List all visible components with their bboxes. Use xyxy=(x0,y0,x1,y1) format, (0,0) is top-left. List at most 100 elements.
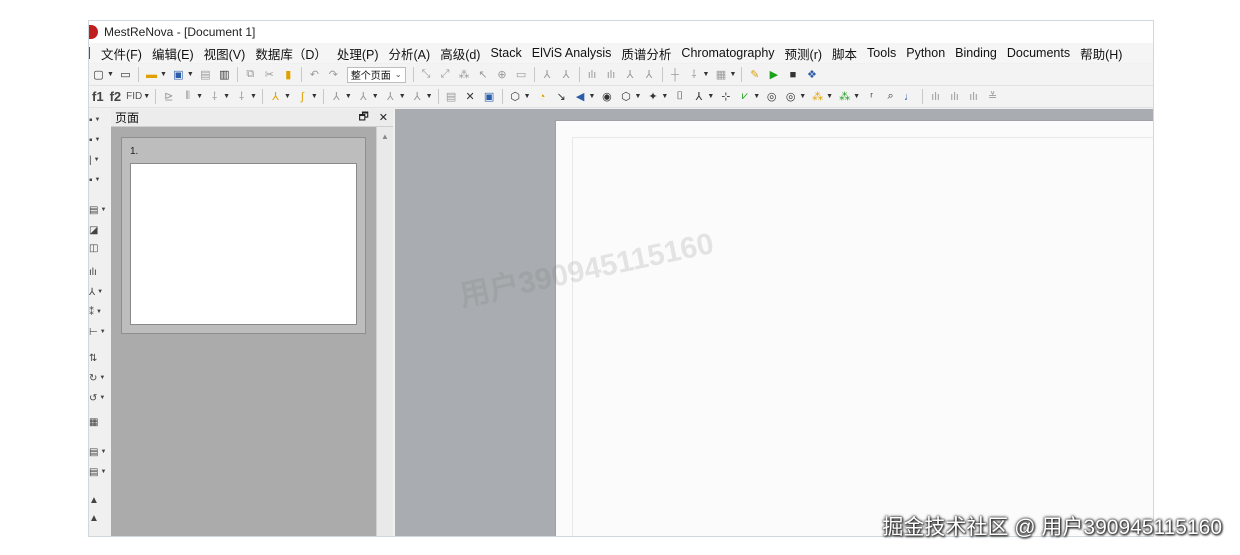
copy-icon[interactable]: ⧉ xyxy=(243,67,258,82)
phase-dropdown-icon[interactable]: ▼ xyxy=(703,71,710,78)
report-icon[interactable]: ▥ xyxy=(217,67,232,82)
dc-dropdown-icon[interactable]: ▼ xyxy=(399,93,406,100)
zero-filling-icon[interactable]: ⫴ xyxy=(180,89,195,104)
arrow-dropdown-icon[interactable]: ▼ xyxy=(589,93,596,100)
image-icon[interactable]: ▣ xyxy=(482,89,497,104)
left-tool-8[interactable]: ılı xyxy=(89,265,111,279)
script-editor-icon[interactable]: ✎ xyxy=(747,67,762,82)
ma-dropdown-icon[interactable]: ▼ xyxy=(345,93,352,100)
menu-python[interactable]: Python xyxy=(901,46,950,60)
integration-icon[interactable]: ∫ xyxy=(295,89,310,104)
undo-icon[interactable]: ↶ xyxy=(307,67,322,82)
db-search-icon[interactable]: ⁂ xyxy=(810,89,825,104)
left-tool-3[interactable]: | ▼ xyxy=(89,153,111,167)
menu-help[interactable]: 帮助(H) xyxy=(1075,44,1127,63)
menu-edit[interactable]: 编辑(E) xyxy=(147,44,199,63)
left-tool-9[interactable]: ⅄ ▼ xyxy=(89,285,111,299)
link-structure-icon[interactable]: ♩ xyxy=(902,89,917,104)
cut-icon[interactable]: ✂ xyxy=(262,67,277,82)
superimpose-icon[interactable]: ılı xyxy=(947,89,962,104)
fit-peaks-icon[interactable]: ⅄ xyxy=(356,89,371,104)
verify-dropdown-icon[interactable]: ▼ xyxy=(753,93,760,100)
person-dropdown-icon[interactable]: ▼ xyxy=(707,93,714,100)
menu-documents[interactable]: Documents xyxy=(1002,46,1075,60)
left-tool-7[interactable]: ◫ xyxy=(89,241,111,255)
zoom-in-icon[interactable]: ⤡ xyxy=(419,67,434,82)
left-tool-5[interactable]: ▤ ▼ xyxy=(89,203,111,217)
open-dropdown-icon[interactable]: ▼ xyxy=(160,71,167,78)
document-workspace[interactable] xyxy=(395,109,1153,536)
db-icon[interactable]: ⁂ xyxy=(837,89,852,104)
pan-icon[interactable]: ⁂ xyxy=(457,67,472,82)
document-page[interactable] xyxy=(555,120,1153,536)
peak-pick-icon[interactable]: ⅄ xyxy=(540,67,555,82)
menu-elvis-analysis[interactable]: ElViS Analysis xyxy=(527,46,617,60)
table-icon[interactable]: ▤ xyxy=(444,89,459,104)
save-icon[interactable]: ▣ xyxy=(171,67,186,82)
menu-processing[interactable]: 处理(P) xyxy=(332,44,384,63)
fit-icon[interactable]: ⅄ xyxy=(642,67,657,82)
stop-icon[interactable]: ■ xyxy=(785,67,800,82)
close-icon[interactable]: ✕ xyxy=(379,111,388,124)
stack-options-icon[interactable]: ≚ xyxy=(985,89,1000,104)
fid-dropdown-icon[interactable]: ▼ xyxy=(143,93,150,100)
tools-icon[interactable]: ✕ xyxy=(463,89,478,104)
integral-icon[interactable]: ⅄ xyxy=(623,67,638,82)
db-dropdown-icon[interactable]: ▼ xyxy=(853,93,860,100)
baseline-dropdown-icon[interactable]: ▼ xyxy=(729,71,736,78)
save-dropdown-icon[interactable]: ▼ xyxy=(187,71,194,78)
ft-icon[interactable]: ⸸ xyxy=(207,89,222,104)
left-tool-2[interactable]: ▪ ▼ xyxy=(89,133,111,147)
ft-dropdown-icon[interactable]: ▼ xyxy=(223,93,230,100)
redo-icon[interactable]: ↷ xyxy=(326,67,341,82)
python-icon[interactable]: ❖ xyxy=(804,67,819,82)
atom-icon[interactable]: ◉ xyxy=(599,89,614,104)
zoom-out-icon[interactable]: ⤢ xyxy=(438,67,453,82)
baseline-icon[interactable]: ▦ xyxy=(713,67,728,82)
menu-chromatography[interactable]: Chromatography xyxy=(676,46,779,60)
f1-button[interactable]: f1 xyxy=(92,89,104,104)
select-icon[interactable]: ↖ xyxy=(476,67,491,82)
verify-icon[interactable]: ⩗ xyxy=(737,89,752,104)
molecule-icon[interactable]: ⬡ xyxy=(508,89,523,104)
f2-button[interactable]: f2 xyxy=(110,89,122,104)
predict-icon[interactable]: ◎ xyxy=(764,89,779,104)
deconvolution-icon[interactable]: ⅄ xyxy=(383,89,398,104)
dbs-dropdown-icon[interactable]: ▼ xyxy=(826,93,833,100)
menu-tools[interactable]: Tools xyxy=(862,46,901,60)
left-tool-16[interactable]: ▤ ▼ xyxy=(89,465,111,479)
open-folder-icon[interactable]: ▬ xyxy=(144,67,159,82)
phase-correction-icon[interactable]: ⸸ xyxy=(234,89,249,104)
paste-icon[interactable]: ▮ xyxy=(281,67,296,82)
left-tool-18[interactable]: ▲ xyxy=(89,511,111,525)
menu-database[interactable]: 数据库（D） xyxy=(250,44,332,63)
crosshair-icon[interactable]: ┼ xyxy=(668,67,683,82)
predict-dropdown-icon[interactable]: ▼ xyxy=(799,93,806,100)
zf-dropdown-icon[interactable]: ▼ xyxy=(196,93,203,100)
apodization-icon[interactable]: ⊵ xyxy=(161,89,176,104)
menu-advanced[interactable]: 高级(d) xyxy=(435,44,485,63)
menu-analysis[interactable]: 分析(A) xyxy=(384,44,436,63)
play-icon[interactable]: ▶ xyxy=(766,67,781,82)
left-tool-12[interactable]: ⇅ xyxy=(89,351,111,365)
table-grid-icon[interactable]: ▦ xyxy=(89,415,111,429)
reference-icon[interactable]: ⅄ xyxy=(410,89,425,104)
scroll-up-icon[interactable]: ▲ xyxy=(381,132,389,141)
full-spectrum-icon[interactable]: ▭ xyxy=(514,67,529,82)
mol-dropdown-icon[interactable]: ▼ xyxy=(524,93,531,100)
link-icon[interactable]: ↘ xyxy=(554,89,569,104)
left-tool-13[interactable]: ↻ ▼ xyxy=(89,371,111,385)
marker-icon[interactable]: ʳ xyxy=(864,89,879,104)
left-tool-10[interactable]: ⁑ ▼ xyxy=(89,305,111,319)
bitmap-icon[interactable]: ılı xyxy=(966,89,981,104)
menu-script[interactable]: 脚本 xyxy=(827,44,862,63)
bond-icon[interactable]: ✦ xyxy=(645,89,660,104)
peak-icon[interactable]: ⅄ xyxy=(268,89,283,104)
menu-binding[interactable]: Binding xyxy=(950,46,1002,60)
peak-dropdown-icon[interactable]: ▼ xyxy=(284,93,291,100)
spectrum-stack-icon[interactable]: ılı xyxy=(604,67,619,82)
menu-view[interactable]: 视图(V) xyxy=(199,44,251,63)
arrow-icon[interactable]: ◀ xyxy=(573,89,588,104)
left-tool-15[interactable]: ▤ ▼ xyxy=(89,445,111,459)
search-molecule-icon[interactable]: ⌕ xyxy=(883,89,898,104)
